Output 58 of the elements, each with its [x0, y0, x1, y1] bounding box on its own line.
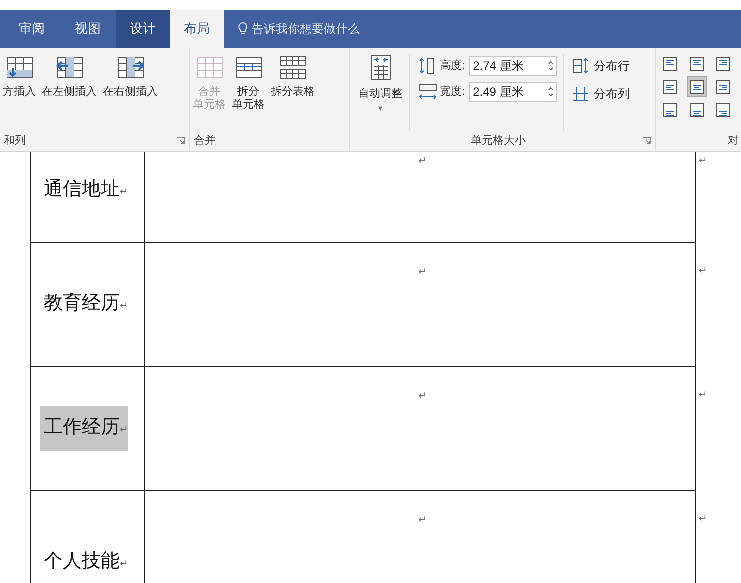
ribbon-tab[interactable]: 审阅: [4, 10, 60, 48]
insert-right-icon: [116, 54, 146, 81]
insert-left-icon: [54, 54, 84, 81]
cell-mark: ↵: [418, 390, 426, 404]
distribute-columns-button[interactable]: 分布列: [572, 85, 630, 103]
split-cells-icon: [234, 54, 264, 81]
row-label: 个人技能↵: [43, 550, 128, 574]
group-label: 和列: [4, 134, 27, 149]
spinner-icon[interactable]: [548, 86, 554, 98]
group-label: 合并: [194, 134, 217, 149]
row-end-mark: ↵: [699, 513, 707, 527]
tell-me-field[interactable]: 告诉我你想要做什么: [252, 20, 360, 38]
field-label: 高度:: [440, 58, 466, 74]
row-label: 工作经历↵: [40, 406, 128, 451]
row-end-mark: ↵: [699, 389, 707, 403]
lightbulb-icon: [238, 22, 248, 36]
ribbon-button[interactable]: 在左侧插入: [41, 54, 98, 99]
align-icon: [663, 102, 677, 116]
align-icon: [716, 102, 730, 116]
distribute-rows-icon: [572, 58, 590, 74]
merge-cells-icon: [194, 54, 224, 81]
ribbon-button[interactable]: 在右侧插入: [102, 54, 159, 99]
align-icon: [690, 56, 704, 70]
cell-mark: ↵: [418, 514, 426, 528]
align-icon: [690, 102, 704, 116]
ribbon-button[interactable]: 拆分 单元格: [231, 54, 266, 112]
align-icon: [663, 80, 677, 94]
insert-below-icon: [4, 54, 34, 81]
ribbon-tab[interactable]: 视图: [60, 10, 116, 48]
height-field[interactable]: 2.74 厘米: [469, 56, 558, 76]
align-button[interactable]: [686, 76, 707, 97]
cell-mark: ↵: [418, 155, 426, 169]
distribute-columns-icon: [572, 86, 590, 102]
ribbon-tab[interactable]: 设计: [116, 10, 170, 48]
group-label: 单元格大小: [470, 134, 527, 149]
row-label: 教育经历↵: [43, 292, 128, 316]
column-width-icon: [418, 83, 438, 101]
group-label: 对: [728, 134, 739, 149]
ribbon-tab[interactable]: 布局: [170, 10, 224, 48]
split-table-icon: [278, 54, 308, 81]
align-icon: [690, 80, 704, 94]
autofit-icon: [370, 54, 392, 81]
row-label: 通信地址↵: [43, 178, 128, 202]
field-label: 宽度:: [440, 84, 466, 100]
align-icon: [716, 56, 730, 70]
ribbon-button[interactable]: 方插入: [2, 54, 37, 99]
row-end-mark: ↵: [699, 155, 707, 169]
spinner-icon[interactable]: [548, 60, 554, 72]
align-icon: [716, 80, 730, 94]
dialog-launcher-icon[interactable]: [177, 137, 185, 145]
autofit-button[interactable]: 自动调整 ▾: [354, 54, 410, 131]
distribute-rows-button[interactable]: 分布行: [572, 57, 630, 75]
width-field[interactable]: 2.49 厘米: [469, 82, 558, 102]
cell-mark: ↵: [418, 266, 426, 280]
ribbon-button[interactable]: 拆分表格: [270, 54, 316, 99]
align-icon: [663, 56, 677, 70]
row-end-mark: ↵: [699, 265, 707, 279]
dialog-launcher-icon[interactable]: [643, 137, 651, 145]
